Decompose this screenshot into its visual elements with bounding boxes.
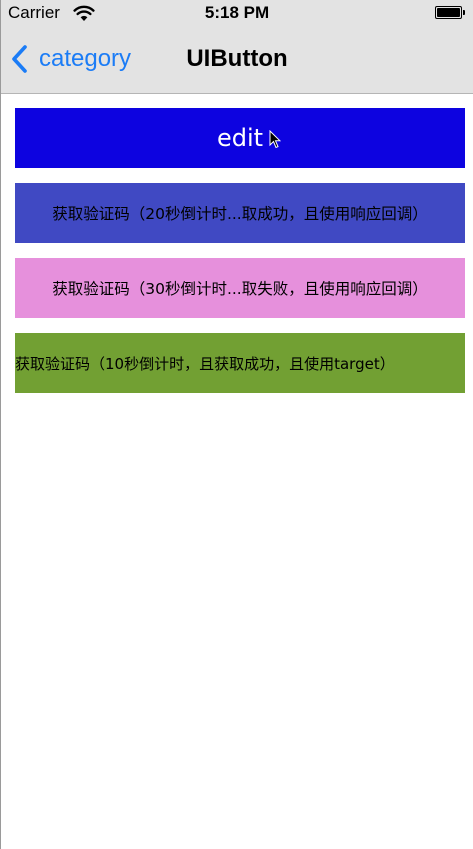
page-title: UIButton — [186, 45, 288, 72]
verify-code-10s-button[interactable]: 获取验证码（10秒倒计时，且获取成功，且使用target） — [15, 333, 465, 393]
verify-code-30s-label: 获取验证码（30秒倒计时...取失败，且使用响应回调） — [52, 280, 428, 298]
verify-code-30s-button[interactable]: 获取验证码（30秒倒计时...取失败，且使用响应回调） — [15, 258, 465, 318]
edit-button-label: edit — [216, 124, 264, 152]
mouse-pointer-icon — [269, 130, 281, 149]
battery-icon — [435, 6, 467, 19]
status-time: 5:18 PM — [204, 3, 270, 22]
verify-code-20s-label: 获取验证码（20秒倒计时...取成功，且使用响应回调） — [52, 205, 428, 223]
verify-code-10s-label: 获取验证码（10秒倒计时，且获取成功，且使用target） — [15, 354, 395, 373]
edit-button[interactable]: edit — [15, 108, 465, 168]
verify-code-20s-button[interactable]: 获取验证码（20秒倒计时...取成功，且使用响应回调） — [15, 183, 465, 243]
navigation-bar: category UIButton — [1, 26, 473, 94]
status-bar: Carrier 5:18 PM — [1, 0, 473, 26]
button-list: edit 获取验证码（20秒倒计时...取成功，且使用响应回调） 获取验证码（3… — [15, 108, 465, 408]
